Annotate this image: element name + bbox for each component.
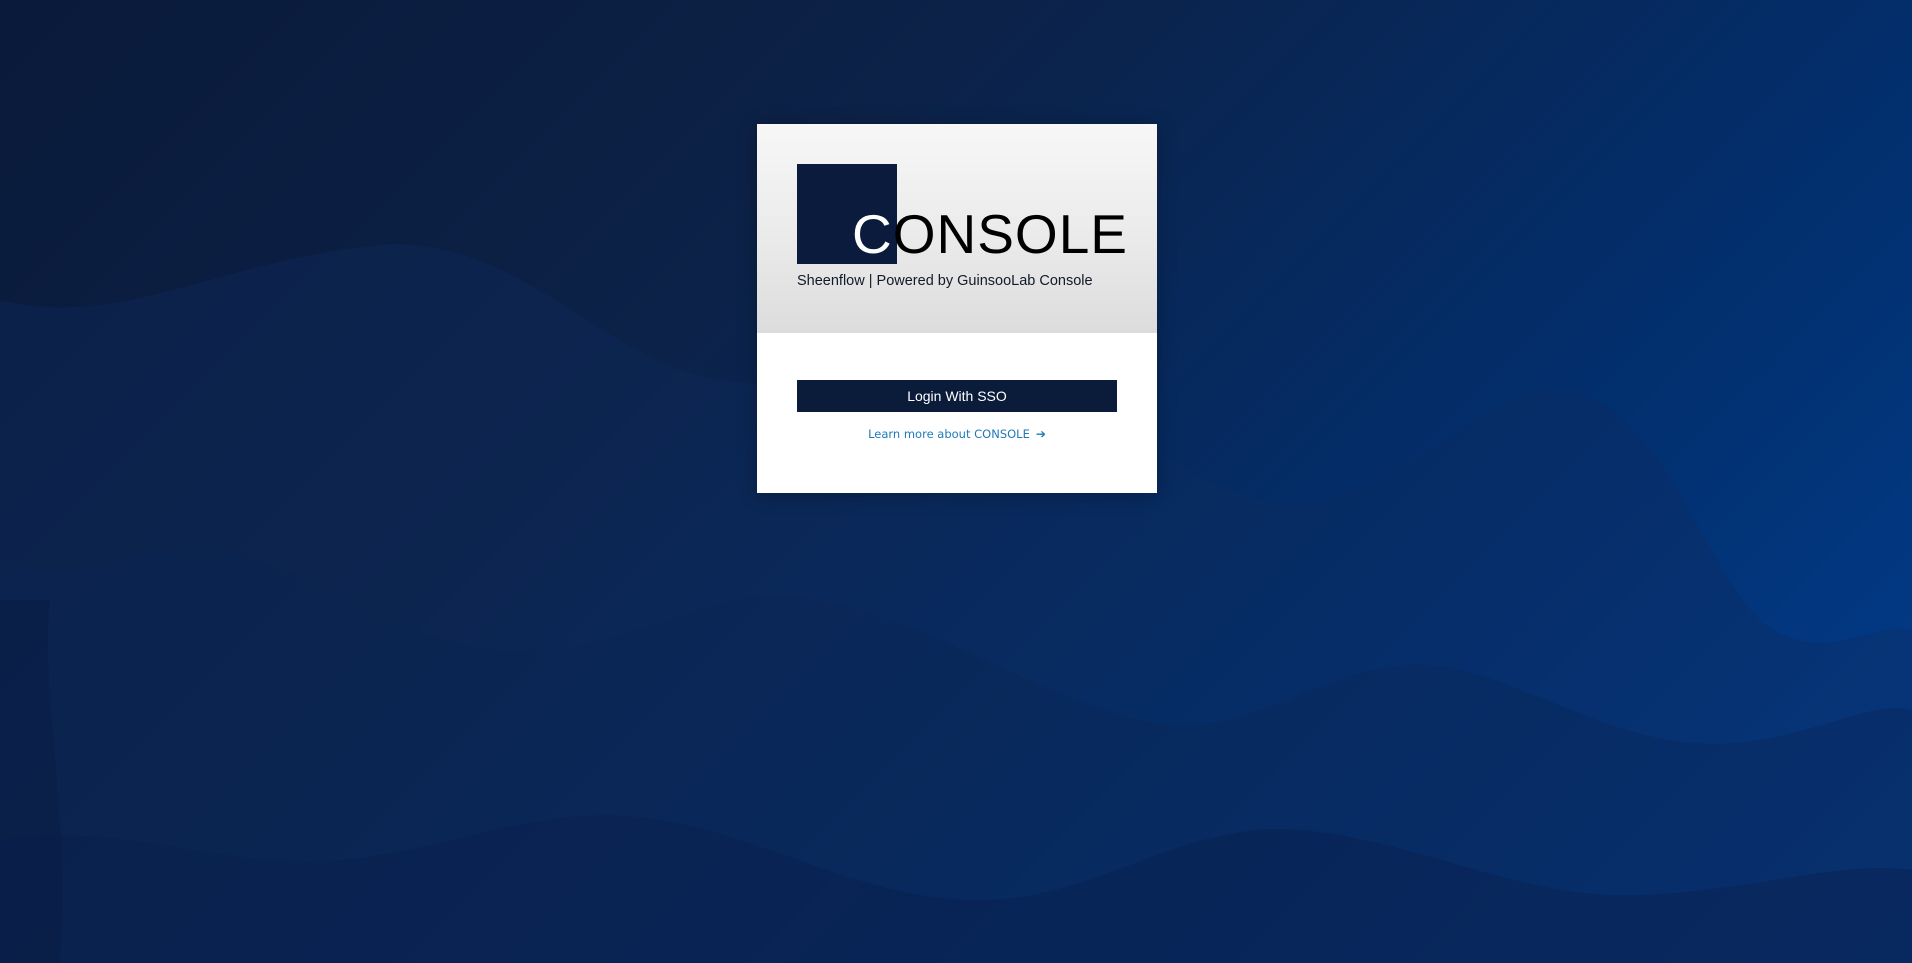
login-card: CONSOLE Sheenflow | Powered by GuinsooLa… xyxy=(757,124,1157,493)
tagline: Sheenflow | Powered by GuinsooLab Consol… xyxy=(797,273,1093,289)
card-body: Login With SSO Learn more about CONSOLE ➔ xyxy=(757,333,1157,493)
learn-more-link[interactable]: Learn more about CONSOLE ➔ xyxy=(757,427,1157,441)
arrow-right-icon: ➔ xyxy=(1035,427,1046,441)
logo-first-letter: C xyxy=(852,203,893,265)
login-sso-button[interactable]: Login With SSO xyxy=(797,380,1117,412)
logo-rest-text: ONSOLE xyxy=(892,203,1128,265)
logo-text: CONSOLE xyxy=(852,204,1128,264)
card-header: CONSOLE Sheenflow | Powered by GuinsooLa… xyxy=(757,124,1157,333)
console-logo: CONSOLE xyxy=(797,164,1127,264)
learn-more-label: Learn more about CONSOLE xyxy=(868,427,1030,441)
